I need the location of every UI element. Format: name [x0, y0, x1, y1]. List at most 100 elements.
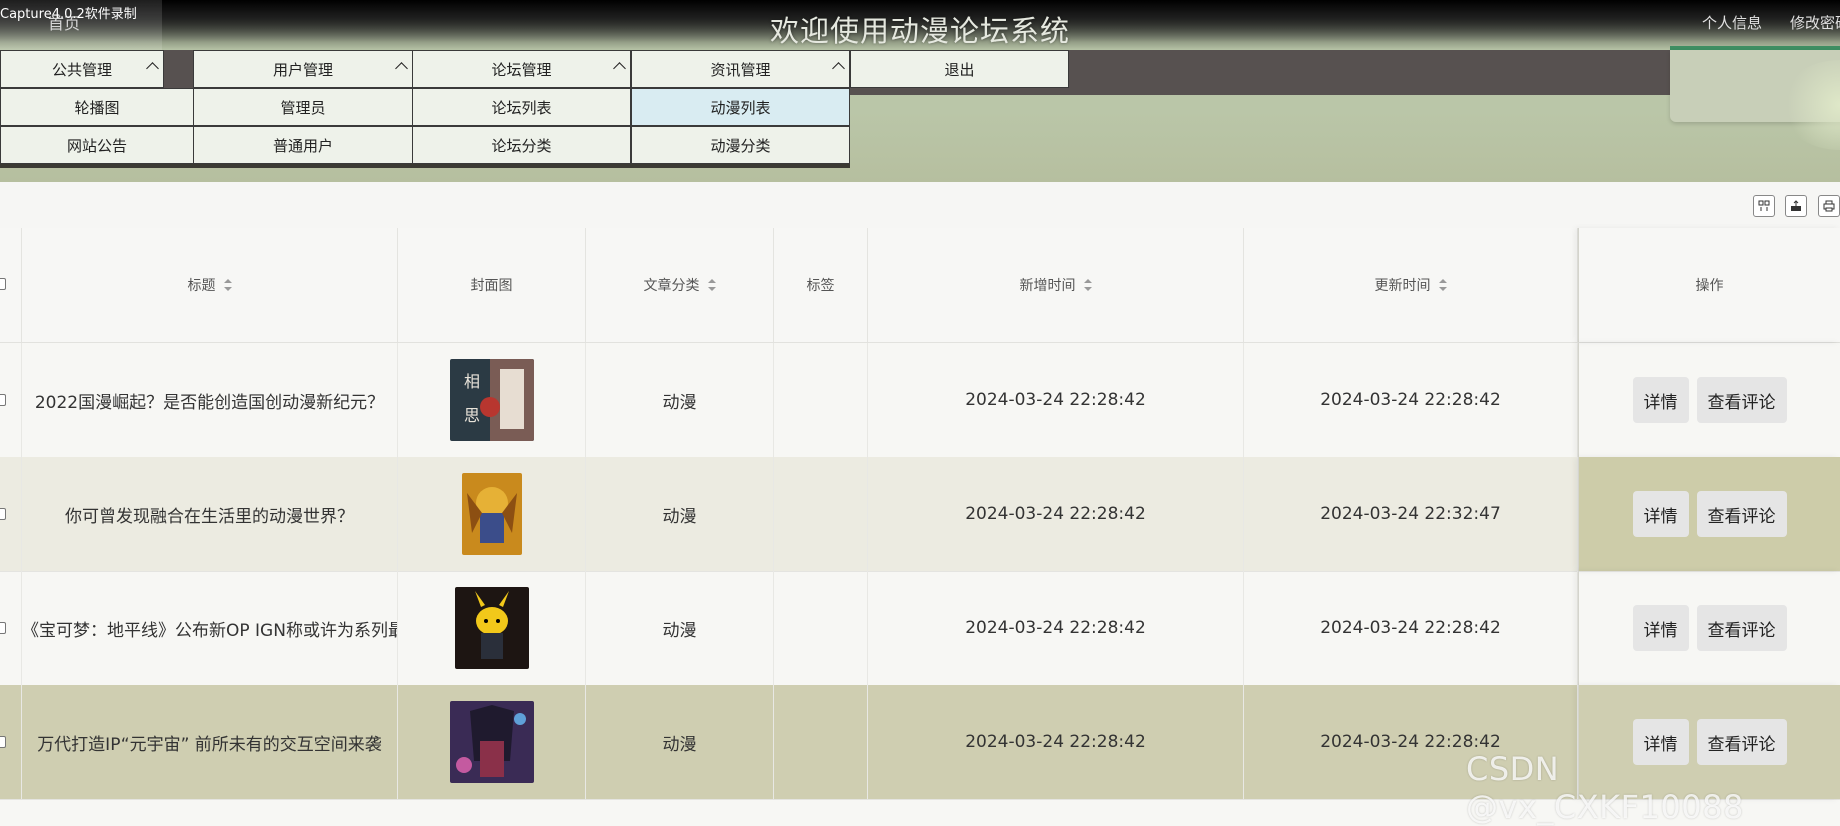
detail-button[interactable]: 详情 [1632, 491, 1689, 537]
chevron-up-icon [395, 62, 408, 75]
logout-label: 退出 [944, 60, 975, 79]
table-row: 《宝可梦：地平线》公布新OP IGN称或许为系列最佳 动漫 2024-03-24… [0, 571, 1840, 686]
watermark: CSDN @vx_CXKF10088 [1466, 750, 1744, 826]
menu-item-forum-category[interactable]: 论坛分类 [412, 126, 631, 164]
logout-button[interactable]: 退出 [850, 50, 1069, 88]
header-title[interactable]: 标题 [22, 228, 398, 342]
row-tags [774, 571, 868, 685]
sort-icon [223, 279, 232, 291]
site-title: 欢迎使用动漫论坛系统 [769, 14, 1070, 48]
menu-users-label: 用户管理 [272, 60, 333, 79]
chevron-up-icon [613, 62, 626, 75]
menu-item-announcement[interactable]: 网站公告 [0, 126, 194, 164]
row-select [0, 571, 22, 685]
menu-news-label: 资讯管理 [710, 60, 771, 79]
header-updated-label: 更新时间 [1374, 278, 1431, 294]
menu-item-anime-list[interactable]: 动漫列表 [631, 88, 850, 126]
chevron-up-icon [832, 62, 845, 75]
change-password-link[interactable]: 修改密码 [1790, 12, 1840, 33]
row-actions: 详情 查看评论 [1578, 343, 1840, 457]
row-select [0, 343, 22, 457]
row-cover: 相 思 [398, 343, 586, 457]
header-tags: 标签 [774, 228, 868, 342]
menu-item-carousel[interactable]: 轮播图 [0, 88, 194, 126]
row-actions: 详情 查看评论 [1578, 571, 1840, 685]
profile-link[interactable]: 个人信息 [1702, 12, 1762, 33]
row-category: 动漫 [586, 457, 774, 571]
row-updated: 2024-03-24 22:32:47 [1244, 457, 1578, 571]
capture-label: Capture4.0.2软件录制 [0, 7, 137, 22]
menu-news[interactable]: 资讯管理 [631, 50, 850, 88]
svg-text:相: 相 [464, 372, 480, 391]
header-category-label: 文章分类 [643, 278, 700, 294]
header-cover-label: 封面图 [470, 278, 513, 294]
row-tags [774, 685, 868, 799]
row-created: 2024-03-24 22:28:42 [868, 571, 1244, 685]
header-actions-label: 操作 [1695, 278, 1724, 294]
header-actions: 操作 [1578, 228, 1840, 342]
sort-icon [1438, 279, 1447, 291]
menu-forum-label: 论坛管理 [491, 60, 552, 79]
header-tags-label: 标签 [806, 278, 835, 294]
view-comments-button[interactable]: 查看评论 [1696, 377, 1787, 423]
menu-item-admins[interactable]: 管理员 [193, 88, 413, 126]
header-created-label: 新增时间 [1019, 278, 1076, 294]
cover-image [461, 473, 522, 555]
menu-forum[interactable]: 论坛管理 [412, 50, 631, 88]
row-category: 动漫 [586, 571, 774, 685]
row-cover [398, 685, 586, 799]
row-cover [398, 571, 586, 685]
cover-image [454, 587, 529, 669]
row-tags [774, 343, 868, 457]
svg-text:思: 思 [464, 406, 480, 425]
row-updated: 2024-03-24 22:28:42 [1244, 343, 1578, 457]
row-select [0, 685, 22, 799]
select-all-checkbox[interactable] [0, 278, 6, 290]
row-actions: 详情 查看评论 [1578, 457, 1840, 571]
menu-public-label: 公共管理 [51, 60, 112, 79]
row-created: 2024-03-24 22:28:42 [868, 343, 1244, 457]
table-header: 标题 封面图 文章分类 标签 新增时间 更新时间 操作 [0, 228, 1840, 343]
row-updated: 2024-03-24 22:28:42 [1244, 571, 1578, 685]
cover-image [449, 701, 534, 783]
row-tags [774, 457, 868, 571]
header-updated[interactable]: 更新时间 [1244, 228, 1578, 342]
header-title-label: 标题 [187, 278, 216, 294]
table-toolbar [0, 182, 1840, 229]
columns-icon[interactable] [1753, 195, 1775, 217]
row-category: 动漫 [586, 343, 774, 457]
row-select [0, 457, 22, 571]
row-checkbox[interactable] [0, 622, 6, 634]
sort-icon [1083, 279, 1092, 291]
header-category[interactable]: 文章分类 [586, 228, 774, 342]
menu-item-normal-users[interactable]: 普通用户 [193, 126, 413, 164]
chevron-up-icon [146, 62, 159, 75]
row-checkbox[interactable] [0, 508, 6, 520]
menu-users[interactable]: 用户管理 [193, 50, 413, 88]
menu-item-forum-list[interactable]: 论坛列表 [412, 88, 631, 126]
row-created: 2024-03-24 22:28:42 [868, 685, 1244, 799]
view-comments-button[interactable]: 查看评论 [1696, 605, 1787, 651]
menu-shadow [0, 164, 850, 168]
header-select [0, 228, 22, 342]
view-comments-button[interactable]: 查看评论 [1696, 491, 1787, 537]
row-category: 动漫 [586, 685, 774, 799]
sort-icon [707, 279, 716, 291]
row-cover [398, 457, 586, 571]
table-row: 2022国漫崛起？是否能创造国创动漫新纪元？ 相 思 动漫 2024-03-24… [0, 343, 1840, 458]
cover-image: 相 思 [449, 359, 534, 441]
row-checkbox[interactable] [0, 394, 6, 406]
header-created[interactable]: 新增时间 [868, 228, 1244, 342]
row-title: 《宝可梦：地平线》公布新OP IGN称或许为系列最佳 [22, 571, 398, 685]
row-checkbox[interactable] [0, 736, 6, 748]
row-title: 你可曾发现融合在生活里的动漫世界？ [22, 457, 398, 571]
menu-public[interactable]: 公共管理 [0, 50, 164, 88]
row-title: 万代打造IP“元宇宙” 前所未有的交互空间来袭 [22, 685, 398, 799]
export-icon[interactable] [1785, 195, 1807, 217]
print-icon[interactable] [1818, 195, 1840, 217]
header-cover: 封面图 [398, 228, 586, 342]
detail-button[interactable]: 详情 [1632, 605, 1689, 651]
menu-item-anime-category[interactable]: 动漫分类 [631, 126, 850, 164]
top-links: 个人信息 修改密码 [1702, 12, 1840, 33]
detail-button[interactable]: 详情 [1632, 377, 1689, 423]
